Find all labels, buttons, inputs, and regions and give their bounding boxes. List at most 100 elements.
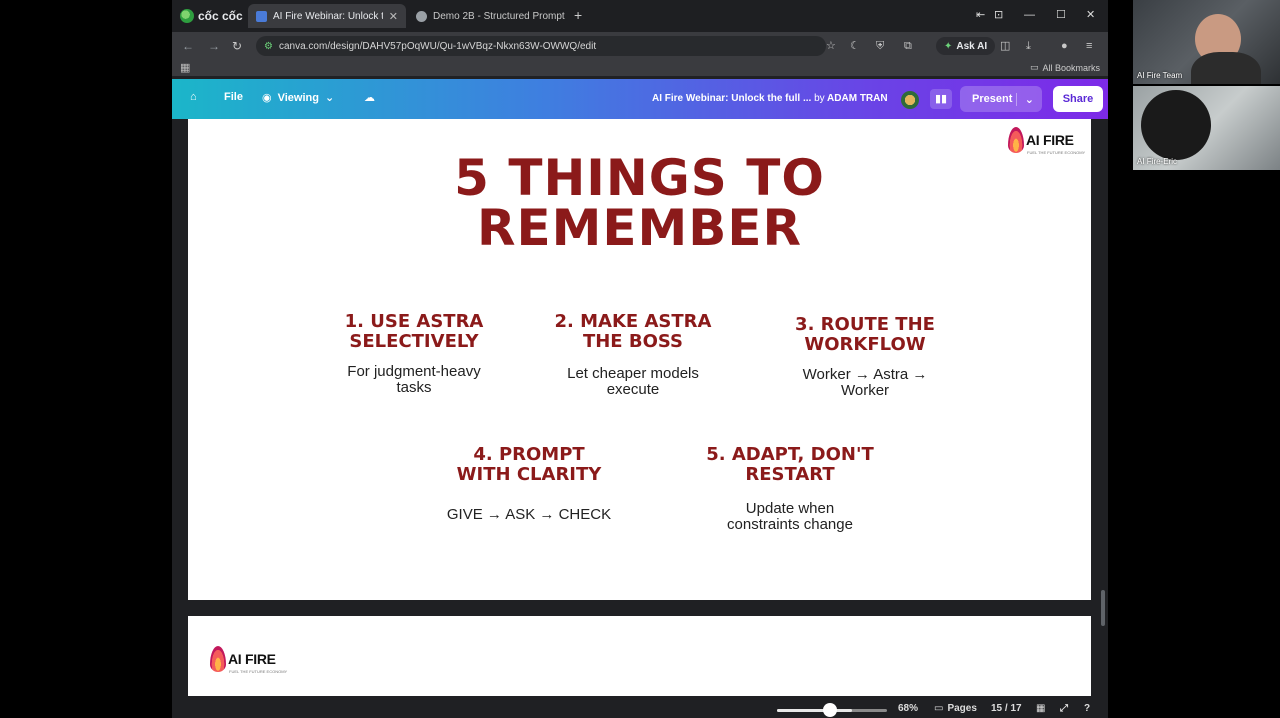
logo-text: AI FIRE bbox=[228, 651, 276, 667]
tip-description: execute bbox=[606, 381, 660, 398]
ask-ai-button[interactable]: ✦ Ask AI bbox=[936, 37, 996, 55]
flame-icon bbox=[210, 646, 226, 672]
chevron-down-icon: ⌄ bbox=[324, 92, 335, 104]
minimize-icon[interactable]: — bbox=[1024, 8, 1035, 22]
tip-heading: WORKFLOW bbox=[804, 334, 926, 355]
video-tile-ai-fire-team[interactable]: AI Fire Team bbox=[1133, 0, 1280, 84]
site-info-icon[interactable]: ⚙ bbox=[264, 41, 273, 52]
tip-heading: 5. ADAPT, DON'T bbox=[706, 444, 874, 465]
folder-icon: ▭ bbox=[1029, 62, 1039, 72]
browser-brand[interactable]: cốc cốc bbox=[180, 8, 243, 24]
help-icon[interactable]: ? bbox=[1084, 703, 1090, 714]
viewing-mode-dropdown[interactable]: ◉ Viewing ⌄ bbox=[262, 91, 335, 105]
tab-label: Demo 2B - Structured Prompt bbox=[433, 10, 565, 22]
all-bookmarks[interactable]: ▭ All Bookmarks bbox=[1030, 62, 1100, 73]
tab-demo-2b[interactable]: Demo 2B - Structured Prompt bbox=[408, 4, 568, 28]
url-text: canva.com/design/DAHV57pOqWU/Qu-1wVBqz-N… bbox=[278, 40, 597, 52]
slide-title-line2: REMEMBER bbox=[476, 199, 803, 257]
tip-heading: SELECTIVELY bbox=[349, 331, 479, 352]
tip-2: 2. MAKE ASTRA THE BOSS Let cheaper model… bbox=[533, 312, 733, 398]
extensions-icon[interactable]: ⧉ bbox=[904, 40, 912, 52]
tip-3: 3. ROUTE THE WORKFLOW Worker → Astra → W… bbox=[765, 315, 965, 399]
by-label: by bbox=[814, 93, 825, 104]
menu-icon[interactable]: ≡ bbox=[1086, 40, 1092, 52]
zoom-slider-handle[interactable] bbox=[823, 703, 837, 717]
forward-arrow-icon[interactable]: → bbox=[208, 39, 220, 53]
address-bar[interactable]: ⚙ canva.com/design/DAHV57pOqWU/Qu-1wVBqz… bbox=[256, 36, 826, 56]
tip-description: Let cheaper models bbox=[567, 365, 699, 382]
dark-mode-icon[interactable]: ☾ bbox=[850, 40, 860, 52]
zoom-level[interactable]: 68% bbox=[898, 703, 918, 714]
tip-5: 5. ADAPT, DON'T RESTART Update when cons… bbox=[685, 445, 895, 533]
logo-text: AI FIRE bbox=[1026, 132, 1074, 148]
tip-4: 4. PROMPT WITH CLARITY GIVE → ASK → CHEC… bbox=[429, 445, 629, 523]
flame-icon bbox=[1008, 127, 1024, 153]
present-button[interactable]: Present ⌄ bbox=[960, 86, 1042, 112]
chevron-down-icon[interactable]: ⌄ bbox=[1015, 92, 1034, 106]
screenshot-icon[interactable]: ⊡ bbox=[994, 8, 1003, 22]
tip-description: For judgment-heavy bbox=[347, 363, 481, 380]
present-label: Present bbox=[972, 93, 1013, 105]
insights-chart-icon[interactable]: ▮▮ bbox=[930, 89, 952, 109]
participant-head bbox=[1141, 90, 1211, 160]
cloud-sync-icon[interactable]: ☁ bbox=[364, 91, 375, 104]
file-menu[interactable]: File bbox=[224, 91, 243, 103]
fullscreen-icon[interactable]: ⤢ bbox=[1060, 703, 1068, 714]
canva-favicon-icon bbox=[256, 10, 267, 22]
maximize-icon[interactable]: ☐ bbox=[1056, 8, 1066, 22]
coccoc-logo-icon bbox=[180, 9, 194, 23]
tip-heading: 1. USE ASTRA bbox=[344, 311, 484, 332]
tip-description: GIVE → ASK → CHECK bbox=[446, 506, 612, 523]
tip-heading: RESTART bbox=[745, 464, 835, 485]
browser-brand-label: cốc cốc bbox=[198, 9, 243, 23]
tip-heading: WITH CLARITY bbox=[456, 464, 602, 485]
tip-description: Worker → Astra → bbox=[802, 366, 928, 383]
collaborator-avatar[interactable] bbox=[901, 91, 919, 109]
home-icon[interactable]: ⌂ bbox=[190, 91, 197, 103]
reload-icon[interactable]: ↻ bbox=[232, 39, 242, 53]
close-tab-icon[interactable]: ✕ bbox=[389, 10, 398, 23]
design-canvas: AI FIRE FUEL THE FUTURE ECONOMY 5 THINGS… bbox=[172, 119, 1108, 718]
apps-grid-icon[interactable]: ▦ bbox=[180, 62, 190, 74]
tip-1: 1. USE ASTRA SELECTIVELY For judgment-he… bbox=[314, 312, 514, 396]
sidebar-icon[interactable]: ◫ bbox=[1000, 40, 1010, 52]
document-title[interactable]: AI Fire Webinar: Unlock the full ... by … bbox=[652, 93, 888, 104]
author-name: ADAM TRAN bbox=[827, 93, 888, 104]
back-arrow-icon[interactable]: ← bbox=[182, 39, 194, 53]
logo-tagline: FUEL THE FUTURE ECONOMY bbox=[229, 669, 288, 674]
browser-toolbar: ← → ↻ ⚙ canva.com/design/DAHV57pOqWU/Qu-… bbox=[172, 32, 1108, 60]
tab-search-icon[interactable]: ⇤ bbox=[976, 8, 985, 22]
tip-heading: 4. PROMPT bbox=[473, 444, 585, 465]
pages-label: Pages bbox=[947, 703, 977, 714]
sparkle-icon: ✦ bbox=[944, 40, 953, 52]
participant-body bbox=[1191, 52, 1261, 84]
zoom-slider-fill bbox=[777, 709, 852, 712]
pages-button[interactable]: ▭ Pages bbox=[934, 703, 977, 714]
canvas-scrollbar[interactable] bbox=[1101, 590, 1105, 626]
tip-heading: 3. ROUTE THE bbox=[795, 314, 935, 335]
viewing-label: Viewing bbox=[277, 91, 319, 104]
browser-window: cốc cốc AI Fire Webinar: Unlock the ✕ De… bbox=[172, 0, 1108, 718]
bookmark-star-icon[interactable]: ☆ bbox=[826, 40, 836, 52]
window-close-icon[interactable]: ✕ bbox=[1086, 8, 1095, 22]
canva-header: ⌂ File ◉ Viewing ⌄ ☁ AI Fire Webinar: Un… bbox=[172, 79, 1108, 119]
bookmarks-bar: ▦ ▭ All Bookmarks bbox=[172, 60, 1108, 76]
tab-ai-fire-webinar[interactable]: AI Fire Webinar: Unlock the ✕ bbox=[248, 4, 406, 28]
tip-description: tasks bbox=[396, 379, 432, 396]
eye-icon: ◉ bbox=[262, 92, 272, 104]
profile-avatar-icon[interactable]: ● bbox=[1061, 40, 1068, 52]
slide-15[interactable]: AI FIRE FUEL THE FUTURE ECONOMY 5 THINGS… bbox=[188, 119, 1091, 600]
ai-fire-logo: AI FIRE FUEL THE FUTURE ECONOMY bbox=[210, 646, 287, 674]
slide-16[interactable]: AI FIRE FUEL THE FUTURE ECONOMY bbox=[188, 616, 1091, 696]
shield-icon[interactable]: ⛨ bbox=[876, 40, 884, 52]
share-button[interactable]: Share bbox=[1053, 86, 1103, 112]
video-tile-ai-fire-eric[interactable]: AI Fire-Eric bbox=[1133, 86, 1280, 170]
doc-title-text: AI Fire Webinar: Unlock the full ... bbox=[652, 93, 812, 104]
all-bookmarks-label: All Bookmarks bbox=[1042, 62, 1100, 73]
grid-view-icon[interactable]: ▦ bbox=[1036, 703, 1045, 714]
canva-bottom-bar: 68% ▭ Pages 15 / 17 ▦ ⤢ ? bbox=[172, 700, 1108, 718]
new-tab-plus-icon[interactable]: + bbox=[574, 8, 582, 22]
tip-heading: THE BOSS bbox=[582, 331, 684, 352]
slide-title-line1: 5 THINGS TO bbox=[454, 149, 825, 207]
download-icon[interactable]: ⤓ bbox=[1026, 40, 1031, 52]
